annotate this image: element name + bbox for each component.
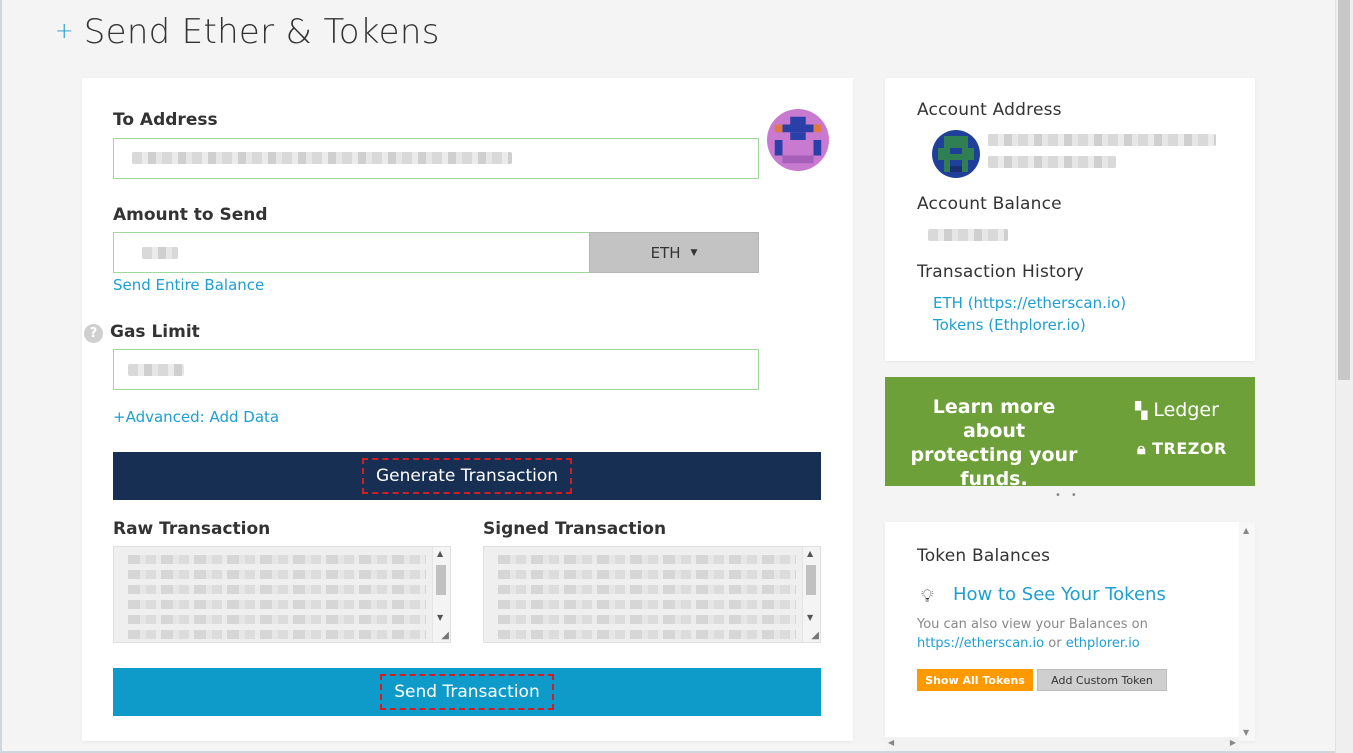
hardware-wallet-promo-banner[interactable]: Learn more about protecting your funds. … — [885, 377, 1255, 490]
view-balances-sentence: You can also view your Balances on — [917, 617, 1148, 632]
advanced-add-data-link[interactable]: +Advanced: Add Data — [113, 408, 279, 426]
signed-transaction-label: Signed Transaction — [483, 519, 667, 539]
window-border-left — [0, 0, 2, 753]
send-transaction-label: Send Transaction — [380, 674, 554, 710]
send-entire-balance-link[interactable]: Send Entire Balance — [113, 276, 264, 294]
how-to-see-tokens-link[interactable]: How to See Your Tokens — [953, 584, 1166, 605]
generate-transaction-label: Generate Transaction — [361, 458, 573, 494]
to-address-label: To Address — [113, 110, 218, 130]
account-balance-label: Account Balance — [917, 194, 1062, 214]
scroll-up-icon[interactable]: ▲ — [807, 549, 813, 558]
view-balances-text: You can also view your Balances on https… — [917, 615, 1148, 653]
scroll-down-icon[interactable]: ▼ — [437, 613, 443, 622]
trezor-logo-text: TREZOR — [1152, 439, 1227, 458]
carousel-dots[interactable]: •• — [1055, 490, 1087, 501]
add-custom-token-button[interactable]: Add Custom Token — [1037, 669, 1167, 691]
scroll-up-icon[interactable]: ▲ — [1243, 526, 1249, 535]
transaction-history-label: Transaction History — [917, 262, 1084, 282]
page-scrollbar[interactable] — [1335, 0, 1353, 753]
page-title-text: Send Ether & Tokens — [83, 12, 440, 52]
gas-limit-input[interactable] — [113, 349, 759, 390]
gas-limit-value-redacted — [128, 364, 184, 376]
ledger-icon: ▚ — [1135, 401, 1148, 420]
scroll-down-icon[interactable]: ▼ — [807, 613, 813, 622]
ethplorer-history-link[interactable]: Tokens (Ethplorer.io) — [933, 316, 1086, 334]
to-address-value-redacted — [132, 152, 512, 164]
raw-transaction-textarea[interactable]: ▲ ▼ ◢ — [113, 546, 451, 643]
gas-limit-label: Gas Limit — [110, 322, 200, 342]
resize-grip-icon[interactable]: ◢ — [811, 630, 819, 641]
signed-transaction-content-redacted — [498, 555, 796, 642]
currency-label: ETH — [650, 243, 681, 262]
account-address-line1-redacted — [988, 134, 1216, 146]
raw-transaction-scrollbar[interactable]: ▲ ▼ — [432, 547, 450, 642]
to-address-input[interactable] — [113, 138, 759, 179]
show-all-tokens-button[interactable]: Show All Tokens — [917, 669, 1033, 691]
etherscan-link[interactable]: https://etherscan.io — [917, 636, 1044, 651]
account-identicon — [932, 130, 980, 178]
account-address-label: Account Address — [917, 100, 1062, 120]
plus-icon[interactable]: + — [55, 19, 74, 44]
amount-value-redacted — [142, 247, 178, 259]
ethplorer-link[interactable]: ethplorer.io — [1066, 636, 1140, 651]
trezor-logo: 🔒︎ TREZOR — [1137, 439, 1227, 459]
ledger-logo-text: Ledger — [1153, 399, 1219, 421]
promo-text: Learn more about protecting your funds. — [910, 396, 1078, 490]
lightbulb-icon: 💡︎ — [921, 586, 934, 607]
token-balances-title: Token Balances — [917, 546, 1051, 566]
scroll-down-icon[interactable]: ▼ — [1243, 728, 1249, 737]
account-balance-redacted — [928, 229, 1008, 241]
ledger-logo: ▚ Ledger — [1135, 399, 1219, 421]
account-address-line2-redacted — [988, 156, 1116, 168]
raw-transaction-content-redacted — [128, 555, 426, 642]
signed-transaction-textarea[interactable]: ▲ ▼ ◢ — [483, 546, 821, 643]
raw-transaction-label: Raw Transaction — [113, 519, 271, 539]
send-transaction-button[interactable]: Send Transaction — [113, 668, 821, 716]
signed-transaction-scroll-thumb[interactable] — [806, 565, 816, 595]
scroll-right-icon[interactable]: ▶ — [1230, 738, 1236, 747]
resize-grip-icon[interactable]: ◢ — [441, 630, 449, 641]
help-icon[interactable]: ? — [84, 324, 103, 343]
recipient-identicon — [767, 109, 829, 171]
etherscan-history-link[interactable]: ETH (https://etherscan.io) — [933, 294, 1126, 312]
currency-dropdown[interactable]: ETH ▼ — [589, 232, 759, 273]
token-card-scrollbar[interactable]: ▲ ▼ — [1239, 522, 1255, 741]
page-scrollbar-thumb[interactable] — [1338, 0, 1350, 380]
generate-transaction-button[interactable]: Generate Transaction — [113, 452, 821, 500]
caret-down-icon: ▼ — [690, 247, 698, 258]
amount-input[interactable] — [113, 232, 590, 273]
raw-transaction-scroll-thumb[interactable] — [436, 565, 446, 595]
token-card-horizontal-scrollbar[interactable]: ◀ ▶ — [885, 737, 1239, 751]
scroll-left-icon[interactable]: ◀ — [888, 738, 894, 747]
or-text: or — [1048, 636, 1062, 651]
scroll-up-icon[interactable]: ▲ — [437, 549, 443, 558]
lock-icon: 🔒︎ — [1137, 439, 1147, 458]
amount-label: Amount to Send — [113, 205, 268, 225]
signed-transaction-scrollbar[interactable]: ▲ ▼ — [802, 547, 820, 642]
page-title: + Send Ether & Tokens — [55, 12, 440, 52]
